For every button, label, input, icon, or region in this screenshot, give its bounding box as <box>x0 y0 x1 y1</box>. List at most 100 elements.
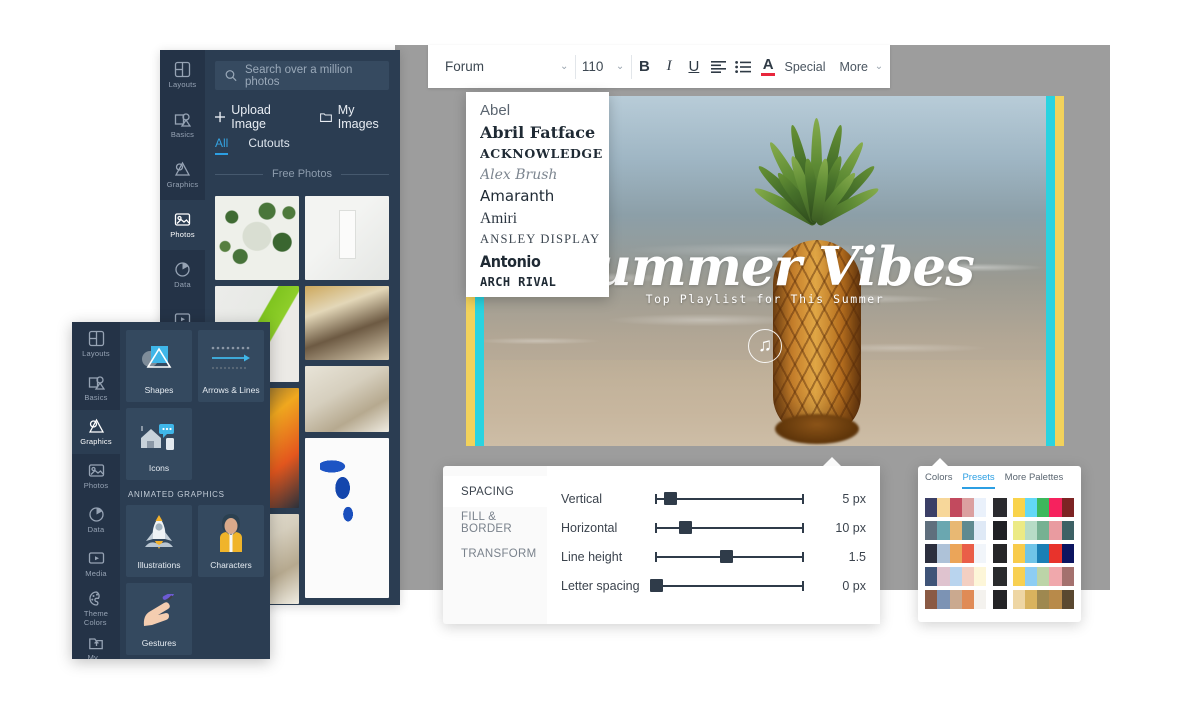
colors-tab-more-palettes[interactable]: More Palettes <box>1005 472 1064 487</box>
color-swatch[interactable] <box>925 498 938 517</box>
color-swatch[interactable] <box>925 544 938 563</box>
color-swatch[interactable] <box>992 567 1007 586</box>
graphics-sidebar-rail[interactable]: Layouts Basics Graphics Photos Data Media Them… <box>72 322 120 659</box>
color-swatch[interactable] <box>961 544 975 563</box>
color-swatch[interactable] <box>1049 567 1062 586</box>
color-swatch[interactable] <box>1061 567 1074 586</box>
color-swatch[interactable] <box>937 544 950 563</box>
color-swatch[interactable] <box>1061 521 1074 540</box>
bullet-list-icon[interactable] <box>731 53 756 81</box>
color-swatch[interactable] <box>925 590 938 609</box>
color-swatch[interactable] <box>961 521 975 540</box>
sidebar-item-basics[interactable]: Basics <box>160 100 205 150</box>
spacing-tab-transform[interactable]: TRANSFORM <box>443 538 547 569</box>
color-swatch[interactable] <box>974 498 987 517</box>
slider-handle[interactable] <box>650 578 664 592</box>
color-palette-swatch-group[interactable] <box>992 544 1007 563</box>
color-swatch[interactable] <box>937 521 950 540</box>
graphics-card-icons[interactable]: Icons <box>126 408 192 480</box>
color-swatch[interactable] <box>949 521 962 540</box>
font-dropdown-menu[interactable]: Abel Abril Fatface ACKNOWLEDGE Alex Brush Am… <box>466 92 609 297</box>
color-swatch[interactable] <box>1012 590 1025 609</box>
graphics-card-shapes[interactable]: Shapes <box>126 330 192 402</box>
color-swatch[interactable] <box>1024 498 1038 517</box>
sidebar-item-data[interactable]: Data <box>160 250 205 300</box>
sidebar-item-data[interactable]: Data <box>72 498 120 542</box>
color-palette-swatch-group[interactable] <box>992 498 1007 517</box>
color-swatch[interactable] <box>974 590 987 609</box>
italic-button[interactable]: I <box>657 53 682 81</box>
color-swatch[interactable] <box>961 498 975 517</box>
color-palette-swatch-group[interactable] <box>925 498 987 517</box>
color-swatch[interactable] <box>1012 498 1025 517</box>
color-swatch[interactable] <box>1049 590 1062 609</box>
spacing-tab-spacing[interactable]: SPACING <box>443 476 547 507</box>
color-palette-swatch-group[interactable] <box>1012 590 1075 609</box>
photo-thumbnail[interactable] <box>215 196 299 280</box>
font-family-chevron-down-icon[interactable]: ⌄ <box>553 61 575 72</box>
color-swatch[interactable] <box>961 567 975 586</box>
color-swatch[interactable] <box>1012 567 1025 586</box>
color-swatch[interactable] <box>1037 567 1050 586</box>
color-swatch[interactable] <box>974 544 987 563</box>
color-palette-swatch-group[interactable] <box>992 521 1007 540</box>
color-swatch[interactable] <box>1024 544 1038 563</box>
color-swatch[interactable] <box>1049 521 1062 540</box>
color-swatch[interactable] <box>992 544 1007 563</box>
color-swatch[interactable] <box>1012 544 1025 563</box>
photo-thumbnail[interactable] <box>305 366 389 432</box>
color-palette-swatch-group[interactable] <box>1012 544 1075 563</box>
color-swatch[interactable] <box>925 567 938 586</box>
font-size-value[interactable]: 110 <box>576 59 609 74</box>
color-swatch[interactable] <box>1037 521 1050 540</box>
color-swatch[interactable] <box>937 567 950 586</box>
font-option-acknowledge[interactable]: ACKNOWLEDGE <box>480 143 609 165</box>
sidebar-item-basics[interactable]: Basics <box>72 366 120 410</box>
color-swatch[interactable] <box>1061 544 1074 563</box>
graphics-card-illustrations[interactable]: Illustrations <box>126 505 192 577</box>
photos-tab-cutouts[interactable]: Cutouts <box>248 136 289 155</box>
font-option-ansley[interactable]: ANSLEY DISPLAY <box>480 229 609 251</box>
spacing-slider[interactable] <box>654 549 805 565</box>
photos-tabs[interactable]: All Cutouts <box>215 136 290 160</box>
font-option-amiri[interactable]: Amiri <box>480 208 609 230</box>
photo-thumbnail[interactable] <box>305 196 389 280</box>
color-swatch[interactable] <box>961 590 975 609</box>
slider-handle[interactable] <box>678 520 692 534</box>
sidebar-item-graphics[interactable]: Graphics <box>72 410 120 454</box>
colors-tab-colors[interactable]: Colors <box>925 472 952 487</box>
color-swatch[interactable] <box>949 567 962 586</box>
font-size-chevron-down-icon[interactable]: ⌄ <box>609 61 631 72</box>
sidebar-item-graphics[interactable]: Graphics <box>160 150 205 200</box>
graphics-cards[interactable]: Shapes Arrows & Lines Icons <box>126 330 264 480</box>
slider-handle[interactable] <box>720 549 734 563</box>
color-swatch[interactable] <box>1037 590 1050 609</box>
font-family-value[interactable]: Forum <box>428 59 553 74</box>
font-option-alex[interactable]: Alex Brush <box>480 165 609 187</box>
spacing-slider[interactable] <box>654 520 805 536</box>
text-color-button[interactable]: A <box>756 53 781 81</box>
font-option-antonio[interactable]: Antonio <box>480 251 609 273</box>
color-swatch[interactable] <box>937 590 950 609</box>
spacing-tab-fill-border[interactable]: FILL & BORDER <box>443 507 547 538</box>
color-swatch[interactable] <box>1012 521 1025 540</box>
color-palette-swatch-group[interactable] <box>925 521 987 540</box>
color-palette-swatch-group[interactable] <box>925 590 987 609</box>
sidebar-item-layouts[interactable]: Layouts <box>160 50 205 100</box>
spacing-tab-list[interactable]: SPACING FILL & BORDER TRANSFORM <box>443 476 547 569</box>
more-chevron-down-icon[interactable]: ⌄ <box>868 61 890 72</box>
animated-graphics-cards[interactable]: Illustrations Characters Gestures <box>126 505 264 655</box>
color-swatch[interactable] <box>974 567 987 586</box>
color-swatch[interactable] <box>1024 567 1038 586</box>
color-swatch[interactable] <box>1049 544 1062 563</box>
spacing-slider[interactable] <box>650 578 805 594</box>
align-left-icon[interactable] <box>706 53 731 81</box>
font-option-amaranth[interactable]: Amaranth <box>480 186 609 208</box>
font-option-abel[interactable]: Abel <box>480 100 609 122</box>
color-swatch[interactable] <box>974 521 987 540</box>
sidebar-item-photos[interactable]: Photos <box>160 200 205 250</box>
color-swatch[interactable] <box>1037 498 1050 517</box>
spacing-slider-list[interactable]: Vertical 5 px Horizontal 10 px Line height 1.… <box>547 466 880 624</box>
font-option-abril[interactable]: Abril Fatface <box>480 122 609 144</box>
graphics-card-gestures[interactable]: Gestures <box>126 583 192 655</box>
